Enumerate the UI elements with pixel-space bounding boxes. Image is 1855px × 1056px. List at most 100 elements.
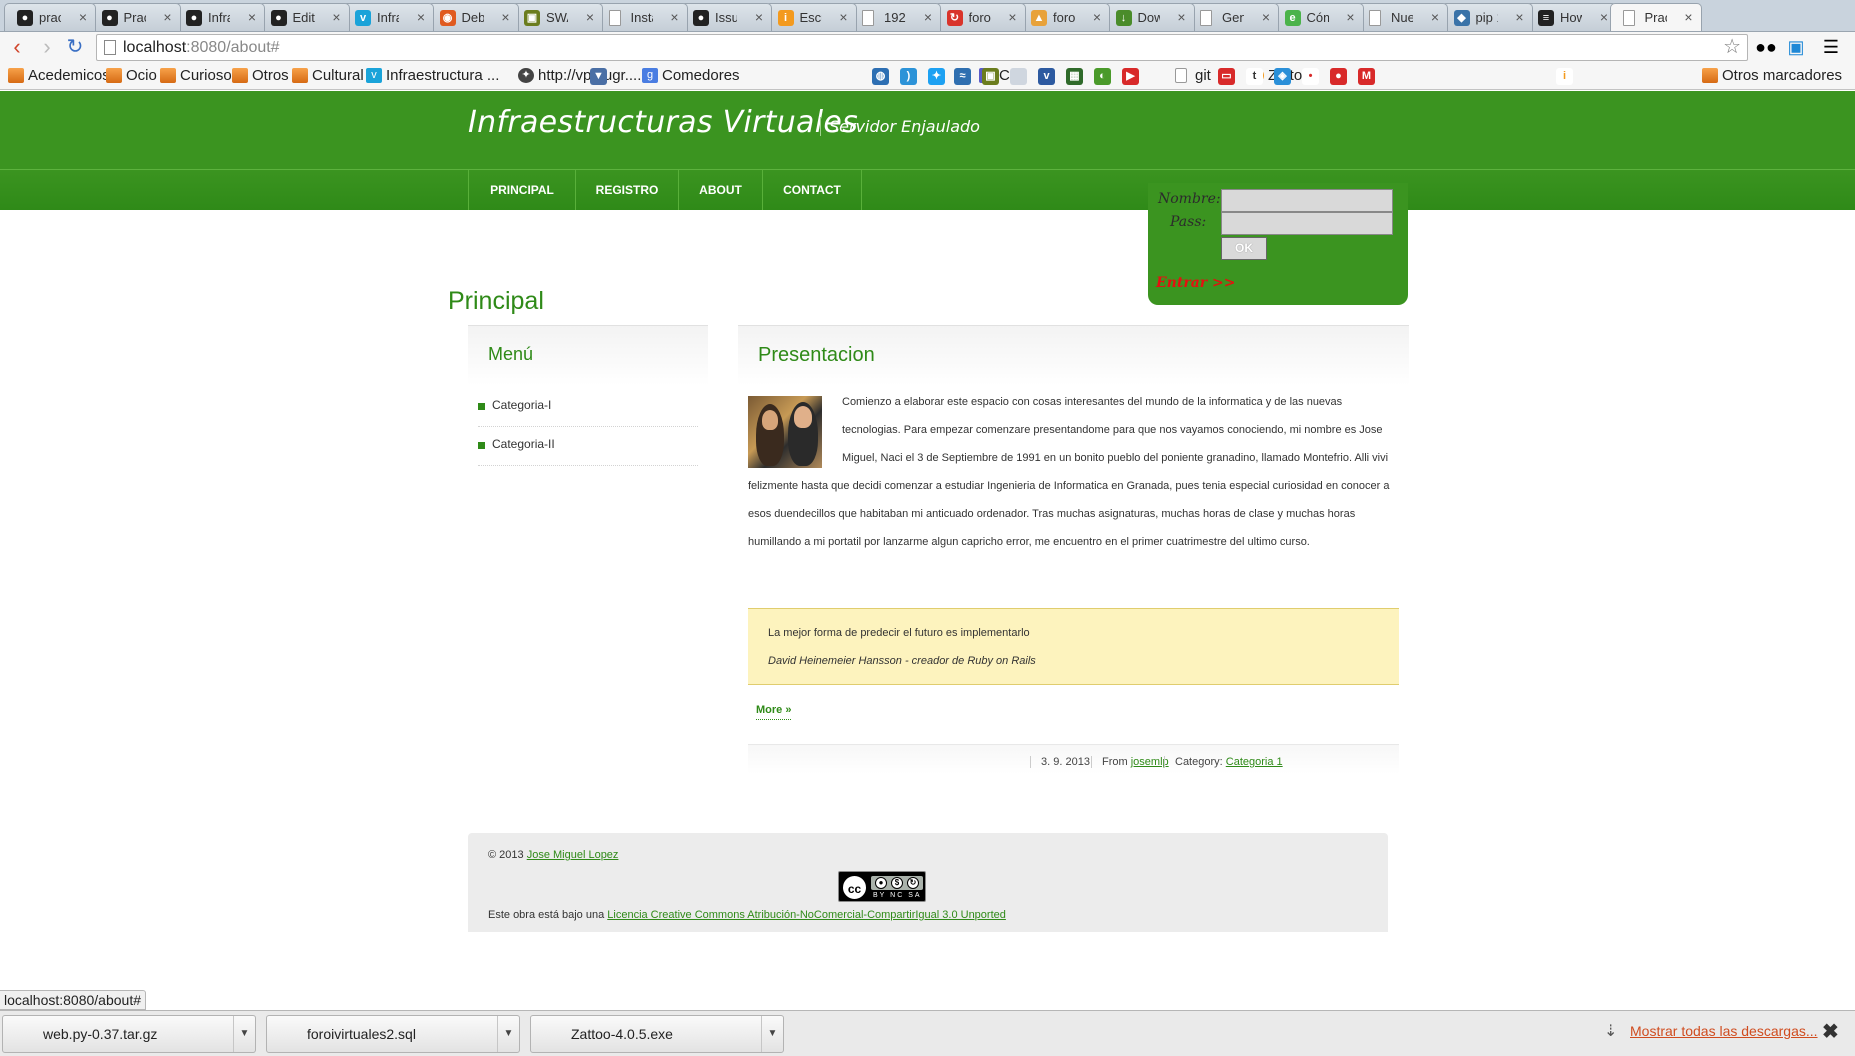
reload-button[interactable]: ↻	[62, 34, 88, 60]
close-icon[interactable]: ×	[1431, 4, 1439, 31]
ubuntu-icon[interactable]: ◐	[1094, 68, 1111, 85]
close-icon[interactable]: ×	[501, 4, 509, 31]
author-footer-link[interactable]: Jose Miguel Lopez	[527, 849, 619, 861]
nav-registro[interactable]: REGISTRO	[575, 170, 678, 210]
tumblr-icon[interactable]: t	[1246, 68, 1263, 85]
close-icon[interactable]: ×	[417, 4, 425, 31]
chevron-down-icon[interactable]: ▼	[761, 1016, 783, 1052]
download-item[interactable]: web.py-0.37.tar.gz ▼	[2, 1015, 256, 1053]
bookmark-1[interactable]: Acedemicos	[6, 65, 110, 87]
dot-icon[interactable]: •	[1302, 68, 1319, 85]
bookmark-6[interactable]: v Infraestructura ...	[364, 65, 499, 87]
youtube-icon[interactable]: ▶	[1122, 68, 1139, 85]
bookmark-12[interactable]: Otros marcadores	[1700, 65, 1842, 87]
grid-icon[interactable]: ▦	[1066, 68, 1083, 85]
close-icon[interactable]: ×	[755, 4, 763, 31]
tab-2[interactable]: ● Practic ×	[88, 3, 181, 31]
close-icon[interactable]: ×	[670, 4, 678, 31]
tab-8[interactable]: Instala ×	[595, 3, 688, 31]
address-bar[interactable]: localhost:8080/about# ☆	[96, 34, 1748, 61]
license-link[interactable]: Licencia Creative Commons Atribución-NoC…	[607, 909, 1006, 921]
close-icon[interactable]: ×	[1684, 4, 1692, 31]
doc-icon[interactable]	[1010, 68, 1027, 85]
bookmark-star-icon[interactable]: ☆	[1723, 35, 1741, 60]
show-all-downloads-link[interactable]: Mostrar todas las descargas...	[1630, 1023, 1818, 1039]
nav-principal[interactable]: PRINCIPAL	[468, 170, 575, 210]
wave-icon[interactable]: ≈	[954, 68, 971, 85]
tab-12[interactable]: ↻ foroivi ×	[933, 3, 1026, 31]
close-icon[interactable]: ×	[924, 4, 932, 31]
cc-license-badge[interactable]: cc ● $ ↻ BY NC SA	[838, 871, 926, 902]
tab-13[interactable]: ▲ foroivi ×	[1018, 3, 1110, 31]
tab-3[interactable]: ● Infrae ×	[173, 3, 265, 31]
swad-icon[interactable]: ▣	[982, 68, 999, 85]
tab-1[interactable]: ● practic ×	[4, 3, 96, 31]
more-link[interactable]: More »	[756, 704, 792, 720]
tab-16[interactable]: e Cómo ×	[1271, 3, 1364, 31]
tab-14[interactable]: ↓ Downl ×	[1102, 3, 1195, 31]
incognito-mask-icon[interactable]: ●●	[1755, 36, 1777, 58]
tab-11[interactable]: 192.16 ×	[849, 3, 941, 31]
post-title[interactable]: Presentacion	[758, 344, 875, 367]
ok-button[interactable]: OK	[1221, 237, 1267, 260]
cast-icon[interactable]: ▣	[1785, 36, 1807, 58]
download-item[interactable]: foroivirtuales2.sql ▼	[266, 1015, 520, 1053]
tab-19[interactable]: ≡ How t ×	[1525, 3, 1617, 31]
rss-icon[interactable]: )	[900, 68, 917, 85]
close-icon[interactable]: ×	[1515, 4, 1523, 31]
category-link[interactable]: Categoria 1	[1226, 756, 1283, 768]
name-input[interactable]	[1221, 189, 1393, 212]
menu-item-categoria-i[interactable]: Categoria-I	[478, 388, 698, 427]
bookmark-10[interactable]: git	[1173, 65, 1211, 87]
vimeo-icon[interactable]: v	[1038, 68, 1055, 85]
chevron-down-icon[interactable]: ▼	[233, 1016, 255, 1052]
close-icon[interactable]: ×	[163, 4, 171, 31]
info-icon[interactable]: i	[1556, 68, 1573, 85]
close-icon[interactable]: ×	[1262, 4, 1270, 31]
bookmark-8[interactable]: g Comedores	[640, 65, 740, 87]
tab-10[interactable]: i Escuch ×	[764, 3, 857, 31]
close-icon[interactable]: ×	[1093, 4, 1101, 31]
enter-link[interactable]: Entrar >>	[1156, 275, 1235, 291]
tab-6[interactable]: ◉ Deboo ×	[426, 3, 519, 31]
tab-15[interactable]: Gentle ×	[1187, 3, 1279, 31]
menu-item-categoria-ii[interactable]: Categoria-II	[478, 427, 698, 466]
tab-18[interactable]: ◆ pip 1.4 ×	[1440, 3, 1533, 31]
tab-7[interactable]: ▣ SWAD ×	[511, 3, 603, 31]
close-icon[interactable]: ×	[1600, 4, 1608, 31]
bookmark-5[interactable]: Cultural	[290, 65, 364, 87]
tab-20[interactable]: Practic ×	[1609, 3, 1702, 31]
bookmark-7[interactable]: ✦http://vpn.ugr....	[516, 65, 641, 87]
chevron-down-icon[interactable]: ▼	[497, 1016, 519, 1052]
download-item[interactable]: Zattoo-4.0.5.exe ▼	[530, 1015, 784, 1053]
close-icon[interactable]: ×	[586, 4, 594, 31]
site-title[interactable]: Infraestructuras Virtuales	[468, 105, 858, 140]
menu-icon[interactable]: ☰	[1820, 36, 1842, 58]
twitter-icon[interactable]: ✦	[928, 68, 945, 85]
bookmark-4[interactable]: Otros	[230, 65, 289, 87]
tab-5[interactable]: v Infraes ×	[342, 3, 434, 31]
close-icon[interactable]: ×	[79, 4, 87, 31]
close-icon[interactable]: ×	[248, 4, 256, 31]
close-icon[interactable]: ×	[332, 4, 340, 31]
author-link[interactable]: josemlp	[1131, 756, 1169, 768]
back-button[interactable]: ‹	[4, 34, 30, 60]
close-icon[interactable]: ×	[1177, 4, 1185, 31]
tab-17[interactable]: Nueva ×	[1356, 3, 1448, 31]
shield-badge-icon[interactable]: ◍	[872, 68, 889, 85]
forward-button[interactable]: ›	[34, 34, 60, 60]
close-icon[interactable]: ×	[1346, 4, 1354, 31]
tab-4[interactable]: ● Editing ×	[257, 3, 350, 31]
close-icon[interactable]: ✖	[1822, 1019, 1839, 1044]
shield-blue-icon[interactable]: ◈	[1274, 68, 1291, 85]
nav-about[interactable]: ABOUT	[678, 170, 762, 210]
shield-icon[interactable]: ▼	[590, 68, 607, 85]
nav-contact[interactable]: CONTACT	[762, 170, 862, 210]
close-icon[interactable]: ×	[839, 4, 847, 31]
close-icon[interactable]: ×	[1008, 4, 1016, 31]
bookmark-3[interactable]: Curioso	[158, 65, 232, 87]
circle-red-icon[interactable]: ●	[1330, 68, 1347, 85]
pass-input[interactable]	[1221, 212, 1393, 235]
tab-9[interactable]: ● Issues ×	[680, 3, 772, 31]
frame-icon[interactable]: ▭	[1218, 68, 1235, 85]
